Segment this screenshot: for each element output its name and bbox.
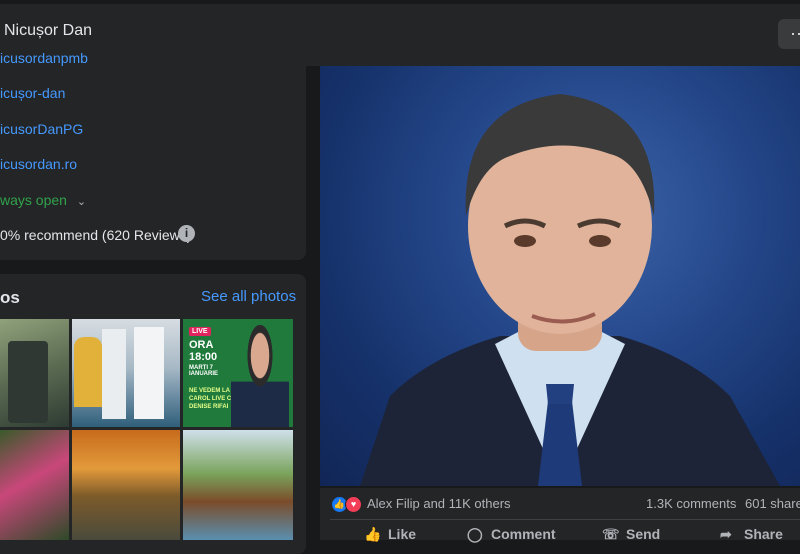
comments-count[interactable]: 1.3K comments (646, 496, 736, 511)
portrait-illustration (360, 94, 780, 486)
photo-thumb-4[interactable] (0, 430, 69, 540)
like-button[interactable]: 👍 Like (364, 526, 416, 543)
see-all-photos-link[interactable]: See all photos (201, 288, 296, 305)
intro-link-instagram[interactable]: icușor-dan (0, 85, 65, 101)
chevron-down-icon[interactable]: ⌄ (77, 196, 86, 208)
share-button[interactable]: ➦ Share (720, 526, 783, 543)
reactions-summary[interactable]: Alex Filip and 11K others (367, 496, 511, 511)
like-reaction-icon: 👍 (332, 497, 347, 512)
recommend-text: 0% recommend (620 Reviews) (0, 227, 192, 243)
love-reaction-icon: ♥ (346, 497, 361, 512)
live-badge: LIVE (189, 327, 211, 336)
comment-icon: ◯ (467, 526, 483, 542)
intro-link-facebook[interactable]: icusordanpmb (0, 50, 88, 66)
intro-card: icusordanpmb icușor-dan icusorDanPG icus… (0, 50, 306, 260)
event-time-text: ORA 18:00 (189, 339, 218, 363)
send-button[interactable]: ☏ Send (602, 526, 660, 543)
more-options-button[interactable]: ··· (778, 19, 800, 49)
messenger-icon: ☏ (602, 526, 620, 542)
intro-link-website[interactable]: icusordan.ro (0, 156, 77, 172)
intro-link-tiktok[interactable]: icusorDanPG (0, 121, 83, 137)
photo-thumb-5[interactable] (72, 430, 180, 540)
photo-thumb-2[interactable] (72, 319, 180, 427)
thumb-person (74, 337, 102, 407)
hours-label: ways open (0, 192, 67, 208)
photos-title: os (0, 288, 20, 307)
thumb-portrait (231, 325, 289, 427)
divider (330, 519, 800, 520)
post-reactions-bar: 👍 ♥ Alex Filip and 11K others 1.3K comme… (320, 488, 800, 543)
share-icon: ➦ (720, 526, 732, 542)
hours-status[interactable]: ways open ⌄ (0, 192, 86, 208)
thumb-object (102, 329, 126, 419)
thumbs-up-icon: 👍 (364, 526, 382, 542)
photo-thumb-3[interactable]: LIVE ORA 18:00 MARȚI 7 IANUARIE NE VEDEM… (183, 319, 293, 427)
thumb-object (8, 341, 48, 423)
photo-thumb-6[interactable] (183, 430, 293, 540)
comment-button[interactable]: ◯ Comment (467, 526, 556, 543)
photo-thumb-1[interactable] (0, 319, 69, 427)
thumb-object (134, 327, 164, 419)
page-name[interactable]: Nicușor Dan (4, 22, 92, 40)
shares-count[interactable]: 601 share (745, 496, 800, 511)
post-photo[interactable] (320, 66, 800, 486)
info-icon[interactable]: i (178, 225, 195, 242)
